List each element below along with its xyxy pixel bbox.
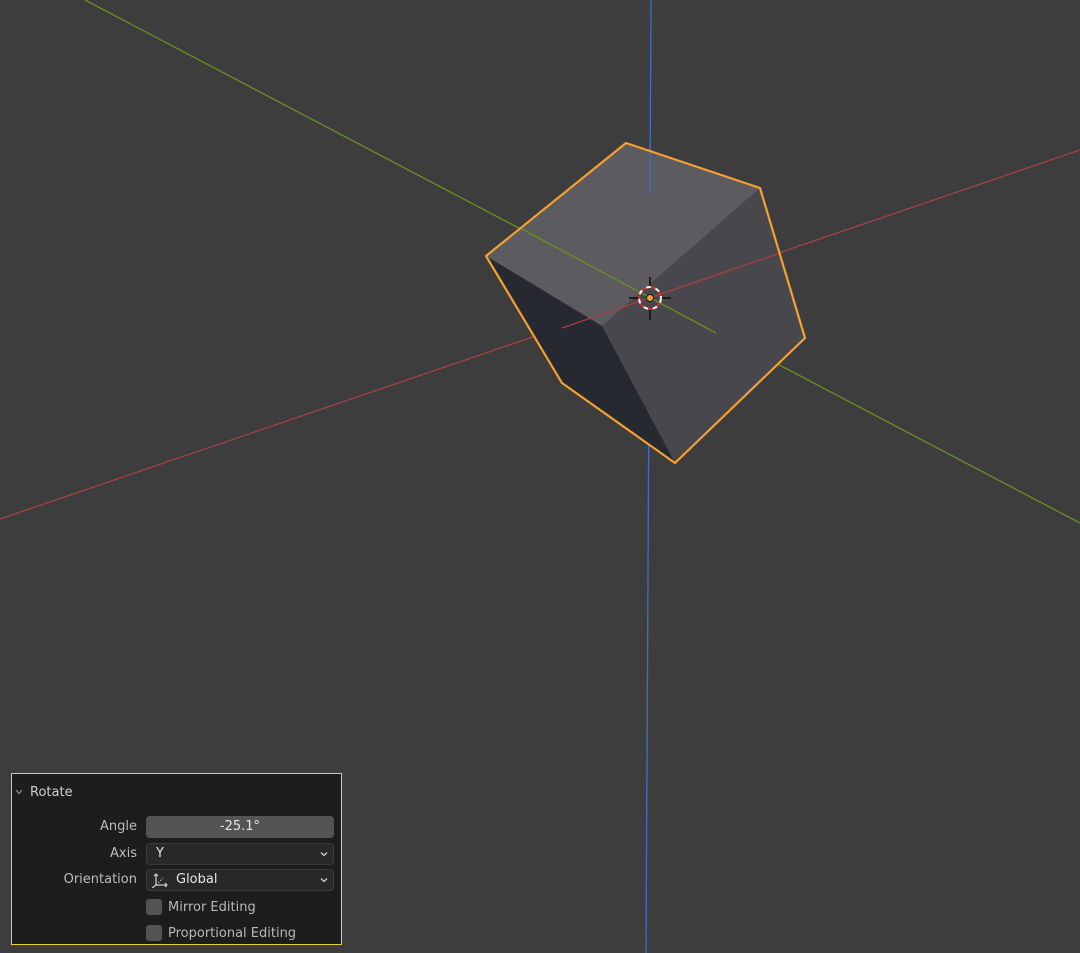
operator-title: Rotate — [30, 784, 73, 800]
orientation-row: Orientation Global — [12, 869, 343, 891]
chevron-down-icon — [14, 787, 24, 797]
orientation-label: Orientation — [63, 872, 137, 887]
axis-row: Axis Y — [12, 843, 343, 865]
mirror-editing-toggle[interactable]: Mirror Editing — [146, 898, 256, 916]
operator-redo-panel: Rotate Angle -25.1° Axis Y Orientation G… — [11, 773, 342, 945]
proportional-editing-checkbox[interactable] — [146, 925, 162, 941]
proportional-editing-label: Proportional Editing — [168, 925, 297, 941]
angle-row: Angle -25.1° — [12, 816, 343, 838]
mirror-editing-checkbox[interactable] — [146, 899, 162, 915]
proportional-editing-toggle[interactable]: Proportional Editing — [146, 924, 296, 942]
angle-field[interactable]: -25.1° — [146, 816, 334, 838]
orientation-dropdown[interactable]: Global — [146, 869, 334, 891]
cube-object[interactable] — [484, 141, 807, 465]
axis-label: Axis — [110, 846, 137, 861]
mirror-editing-label: Mirror Editing — [168, 899, 256, 915]
axis-value: Y — [156, 846, 164, 861]
axis-dropdown[interactable]: Y — [146, 843, 334, 865]
chevron-down-icon — [319, 848, 329, 860]
z-axis-line — [645, 0, 652, 953]
angle-label: Angle — [100, 819, 137, 834]
object-origin-dot — [646, 294, 654, 302]
chevron-down-icon — [319, 874, 329, 886]
global-orientation-icon — [151, 872, 169, 889]
orientation-value: Global — [176, 872, 218, 887]
operator-panel-header[interactable]: Rotate — [12, 782, 73, 802]
